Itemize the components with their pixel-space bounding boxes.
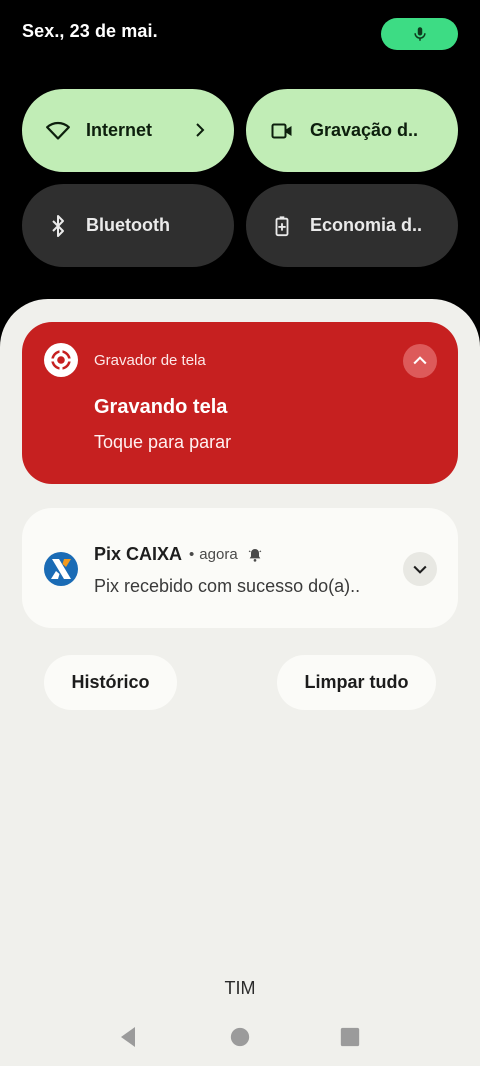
notification-app-name: Pix CAIXA [94, 544, 183, 564]
mic-icon [413, 27, 426, 41]
collapse-button[interactable] [403, 344, 437, 378]
bluetooth-icon [44, 212, 72, 240]
home-button[interactable] [225, 1022, 255, 1052]
notification-app-name: Gravador de tela [94, 352, 206, 369]
pix-notification[interactable]: Pix CAIXA • agora Pix recebido com suces… [22, 508, 458, 628]
screen-recorder-notification[interactable]: Gravador de tela Gravando tela Toque par… [22, 322, 458, 484]
tile-bluetooth[interactable]: Bluetooth [22, 184, 234, 267]
notification-title: Gravando tela [94, 396, 228, 418]
tile-screen-record[interactable]: Gravação d.. [246, 89, 458, 172]
chevron-right-icon[interactable] [188, 118, 212, 142]
battery-saver-icon [268, 212, 296, 240]
header-separator: • [189, 546, 195, 563]
screen-recorder-app-icon [44, 343, 78, 377]
home-icon [230, 1027, 250, 1047]
recents-button[interactable] [335, 1022, 365, 1052]
tile-bluetooth-label: Bluetooth [86, 215, 170, 235]
notification-header: Pix CAIXA • agora [94, 544, 265, 565]
chevron-up-icon [413, 356, 427, 365]
tile-battery-saver-label: Economia d.. [310, 215, 423, 235]
carrier-label: TIM [224, 978, 256, 998]
tile-screen-record-label: Gravação d.. [310, 120, 419, 140]
history-button[interactable]: Histórico [44, 655, 177, 710]
bell-icon [247, 546, 265, 564]
mic-privacy-indicator[interactable] [381, 18, 458, 50]
back-icon [121, 1027, 135, 1047]
wifi-icon [44, 117, 72, 145]
notification-text: Pix recebido com sucesso do(a).. [94, 576, 361, 596]
recents-icon [340, 1027, 360, 1047]
notification-time: agora [199, 546, 238, 563]
screen-record-icon [268, 117, 296, 145]
date-label: Sex., 23 de mai. [22, 21, 158, 41]
chevron-down-icon [413, 565, 427, 574]
tile-internet-label: Internet [86, 120, 153, 140]
clear-all-button[interactable]: Limpar tudo [277, 655, 436, 710]
expand-button[interactable] [403, 552, 437, 586]
caixa-app-icon [44, 552, 78, 586]
back-button[interactable] [113, 1022, 143, 1052]
notification-text: Toque para parar [94, 432, 232, 452]
tile-internet[interactable]: Internet [22, 89, 234, 172]
tile-battery-saver[interactable]: Economia d.. [246, 184, 458, 267]
